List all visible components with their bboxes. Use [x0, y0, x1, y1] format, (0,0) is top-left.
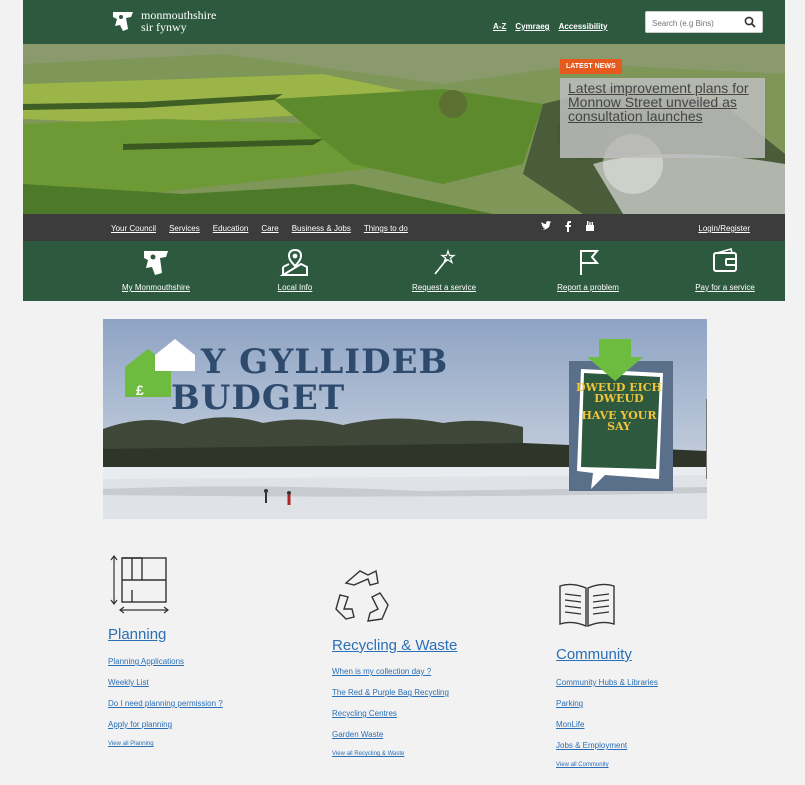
latest-news-badge: LATEST NEWS: [560, 59, 622, 74]
recycle-icon: [335, 569, 389, 622]
budget-consultation-banner[interactable]: £ Y GYLLIDEB BUDGET DWEUD EICH DWEUD HAV…: [103, 319, 707, 519]
utility-links: A-Z Cymraeg Accessibility: [493, 22, 608, 31]
search-icon[interactable]: [744, 16, 756, 28]
floorplan-icon: [110, 555, 169, 614]
facebook-icon[interactable]: [562, 220, 574, 232]
nav-things-to-do[interactable]: Things to do: [364, 224, 408, 233]
quicklink-local-info[interactable]: Local Info: [235, 247, 355, 292]
community-column: Community Community Hubs & Libraries Par…: [556, 574, 658, 768]
recycling-centres-link[interactable]: Recycling Centres: [332, 709, 457, 718]
say-english-text: HAVE YOUR SAY: [581, 409, 657, 433]
monlife-link[interactable]: MonLife: [556, 720, 658, 729]
quicklink-my-monmouthshire[interactable]: My Monmouthshire: [96, 247, 216, 292]
quicklink-label: My Monmouthshire: [121, 283, 191, 292]
wallet-icon: [713, 248, 737, 272]
planning-heading[interactable]: Planning: [108, 626, 223, 643]
main-nav: Your Council Services Education Care Bus…: [23, 214, 785, 241]
quicklink-label: Request a service: [411, 283, 477, 292]
view-all-recycling-link[interactable]: View all Recycling & Waste: [332, 751, 457, 757]
accessibility-link[interactable]: Accessibility: [559, 22, 608, 31]
monmouthshire-logo-icon: [144, 251, 168, 275]
logo-text-line2: sir fynwy: [141, 20, 187, 34]
quicklink-report-problem[interactable]: Report a problem: [528, 247, 648, 292]
red-purple-bag-link[interactable]: The Red & Purple Bag Recycling: [332, 688, 457, 697]
planning-applications-link[interactable]: Planning Applications: [108, 657, 223, 666]
quicklink-request-service[interactable]: Request a service: [384, 247, 504, 292]
community-hubs-link[interactable]: Community Hubs & Libraries: [556, 678, 658, 687]
planning-column: Planning Planning Applications Weekly Li…: [108, 552, 223, 747]
view-all-community-link[interactable]: View all Community: [556, 762, 658, 768]
banner-title-welsh: Y GYLLIDEB: [201, 342, 449, 382]
quicklink-label: Local Info: [277, 283, 313, 292]
map-pin-icon: [279, 248, 308, 276]
magic-wand-icon: [434, 249, 456, 275]
collection-day-link[interactable]: When is my collection day ?: [332, 667, 457, 676]
youtube-icon[interactable]: [584, 220, 596, 232]
quicklink-pay-service[interactable]: Pay for a service: [665, 247, 785, 292]
recycling-column: Recycling & Waste When is my collection …: [332, 565, 457, 757]
monmouthshire-logo-icon: [113, 12, 133, 31]
pound-sign: £: [136, 382, 144, 398]
garden-waste-link[interactable]: Garden Waste: [332, 730, 457, 739]
nav-your-council[interactable]: Your Council: [111, 224, 156, 233]
recycling-heading[interactable]: Recycling & Waste: [332, 637, 457, 654]
site-header: monmouthshire sir fynwy A-Z Cymraeg Acce…: [23, 0, 785, 44]
nav-care[interactable]: Care: [261, 224, 278, 233]
view-all-planning-link[interactable]: View all Planning: [108, 741, 223, 747]
nav-education[interactable]: Education: [213, 224, 249, 233]
search-input[interactable]: [650, 15, 742, 31]
news-headline-link[interactable]: Latest improvement plans for Monnow Stre…: [568, 81, 763, 123]
need-permission-link[interactable]: Do I need planning permission ?: [108, 699, 223, 708]
banner-title-english: BUDGET: [171, 378, 346, 418]
community-heading[interactable]: Community: [556, 646, 658, 663]
open-book-icon: [559, 583, 615, 628]
nav-business-jobs[interactable]: Business & Jobs: [292, 224, 351, 233]
say-welsh-text: DWEUD EICH DWEUD: [576, 381, 662, 405]
jobs-employment-link[interactable]: Jobs & Employment: [556, 741, 658, 750]
quicklink-label: Report a problem: [557, 283, 619, 292]
have-your-say-sign: DWEUD EICH DWEUD HAVE YOUR SAY: [576, 382, 662, 432]
site-logo[interactable]: monmouthshire sir fynwy: [111, 9, 216, 33]
flag-icon: [580, 250, 600, 275]
weekly-list-link[interactable]: Weekly List: [108, 678, 223, 687]
cymraeg-link[interactable]: Cymraeg: [515, 22, 549, 31]
hero-banner: LATEST NEWS Latest improvement plans for…: [23, 44, 785, 214]
twitter-icon[interactable]: [540, 220, 552, 232]
quick-links-bar: My Monmouthshire Local Info Request a se…: [23, 241, 785, 301]
search-box: [645, 11, 763, 33]
az-link[interactable]: A-Z: [493, 22, 506, 31]
news-overlay: Latest improvement plans for Monnow Stre…: [560, 78, 765, 158]
parking-link[interactable]: Parking: [556, 699, 658, 708]
apply-planning-link[interactable]: Apply for planning: [108, 720, 223, 729]
quicklink-label: Pay for a service: [695, 283, 755, 292]
social-links: [540, 220, 596, 232]
nav-services[interactable]: Services: [169, 224, 200, 233]
login-register-link[interactable]: Login/Register: [698, 224, 750, 233]
